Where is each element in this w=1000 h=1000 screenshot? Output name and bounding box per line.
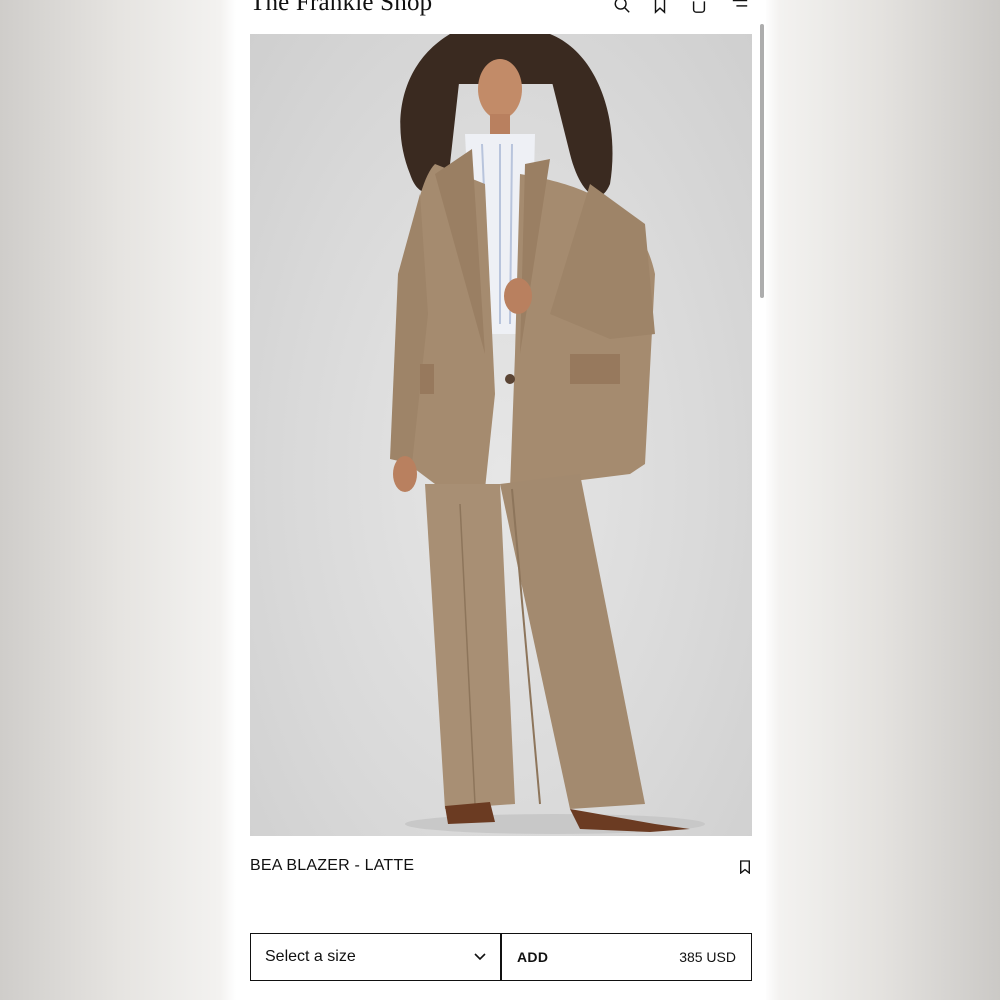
add-to-cart-button[interactable]: ADD 385 USD xyxy=(501,933,752,981)
search-icon[interactable] xyxy=(611,0,633,16)
product-image[interactable] xyxy=(250,34,752,836)
add-label: ADD xyxy=(517,949,549,965)
product-page: The Frankie Shop BEA BLAZER - LATTE Sele… xyxy=(236,0,766,1000)
size-select[interactable]: Select a size xyxy=(250,933,501,981)
menu-icon[interactable] xyxy=(729,0,751,16)
product-title: BEA BLAZER - LATTE xyxy=(250,857,415,874)
site-header: The Frankie Shop xyxy=(236,0,766,30)
brand-logo[interactable]: The Frankie Shop xyxy=(250,0,432,17)
size-select-label: Select a size xyxy=(265,948,356,965)
bag-icon[interactable] xyxy=(688,0,710,16)
wishlist-bookmark-icon[interactable] xyxy=(736,857,754,877)
price: 385 USD xyxy=(679,949,736,965)
chevron-down-icon xyxy=(474,953,486,961)
model-photo xyxy=(390,34,705,834)
bookmark-icon[interactable] xyxy=(649,0,671,16)
scrollbar[interactable] xyxy=(760,24,764,298)
